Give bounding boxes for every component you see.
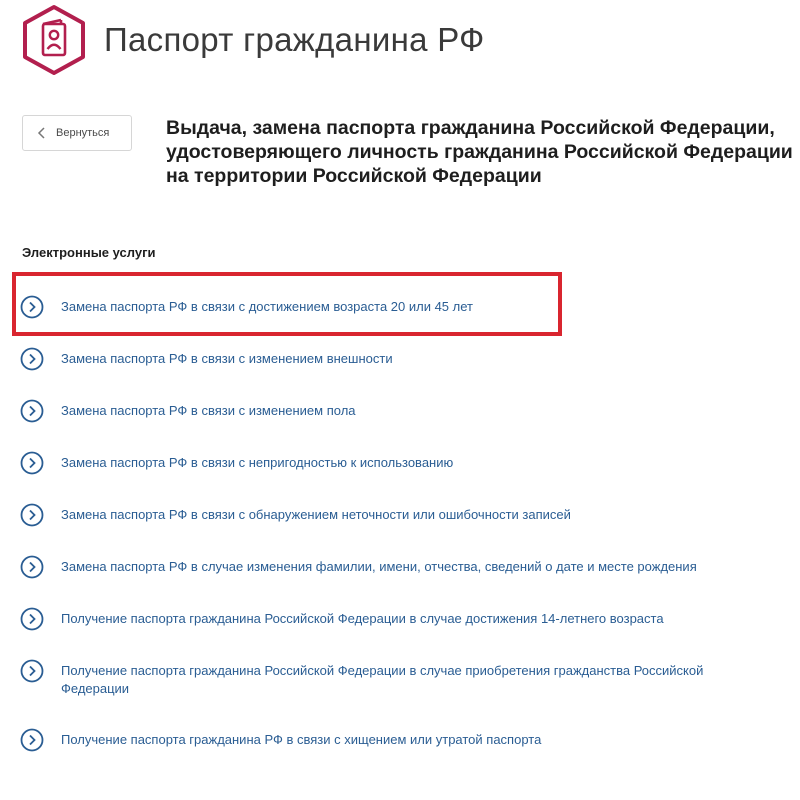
service-link[interactable]: Замена паспорта РФ в связи с изменением … [61,350,761,368]
service-item[interactable]: Замена паспорта РФ в связи с обнаружение… [20,503,780,527]
back-button-label: Вернуться [56,127,110,139]
chevron-right-circle-icon [20,347,44,371]
service-title-line: на территории Российской Федерации [166,165,542,187]
chevron-right-circle-icon [20,451,44,475]
service-link[interactable]: Получение паспорта гражданина Российской… [61,662,761,698]
chevron-right-circle-icon [20,728,44,752]
service-item[interactable]: Замена паспорта РФ в связи с изменением … [20,347,780,371]
service-item[interactable]: Замена паспорта РФ в связи с достижением… [20,295,780,319]
chevron-right-circle-icon [20,555,44,579]
service-item[interactable]: Замена паспорта РФ в связи с непригоднос… [20,451,780,475]
electronic-services-heading: Электронные услуги [22,245,156,260]
service-item[interactable]: Замена паспорта РФ в случае изменения фа… [20,555,780,579]
chevron-right-circle-icon [20,399,44,423]
page-title: Паспорт гражданина РФ [104,21,485,58]
chevron-right-circle-icon [20,503,44,527]
service-link[interactable]: Получение паспорта гражданина РФ в связи… [61,731,761,749]
service-item[interactable]: Получение паспорта гражданина Российской… [20,607,780,631]
passport-icon [23,5,85,75]
service-link[interactable]: Замена паспорта РФ в связи с изменением … [61,402,761,420]
chevron-left-icon [37,127,45,139]
service-item[interactable]: Замена паспорта РФ в связи с изменением … [20,399,780,423]
service-title: Выдача, замена паспорта гражданина Росси… [166,116,796,188]
chevron-right-circle-icon [20,295,44,319]
service-link[interactable]: Получение паспорта гражданина Российской… [61,610,761,628]
page-header: Паспорт гражданина РФ [20,4,485,76]
service-link[interactable]: Замена паспорта РФ в связи с достижением… [61,298,761,316]
service-item[interactable]: Получение паспорта гражданина РФ в связи… [20,728,780,752]
back-button[interactable]: Вернуться [22,115,132,151]
service-item[interactable]: Получение паспорта гражданина Российской… [20,659,780,698]
service-title-line: удостоверяющего личность гражданина Росс… [166,141,793,163]
service-link[interactable]: Замена паспорта РФ в случае изменения фа… [61,558,761,576]
page: Паспорт гражданина РФ Вернуться Выдача, … [0,0,800,800]
service-link[interactable]: Замена паспорта РФ в связи с непригоднос… [61,454,761,472]
chevron-right-circle-icon [20,659,44,683]
chevron-right-circle-icon [20,607,44,631]
service-link[interactable]: Замена паспорта РФ в связи с обнаружение… [61,506,761,524]
service-title-line: Выдача, замена паспорта гражданина Росси… [166,117,775,139]
